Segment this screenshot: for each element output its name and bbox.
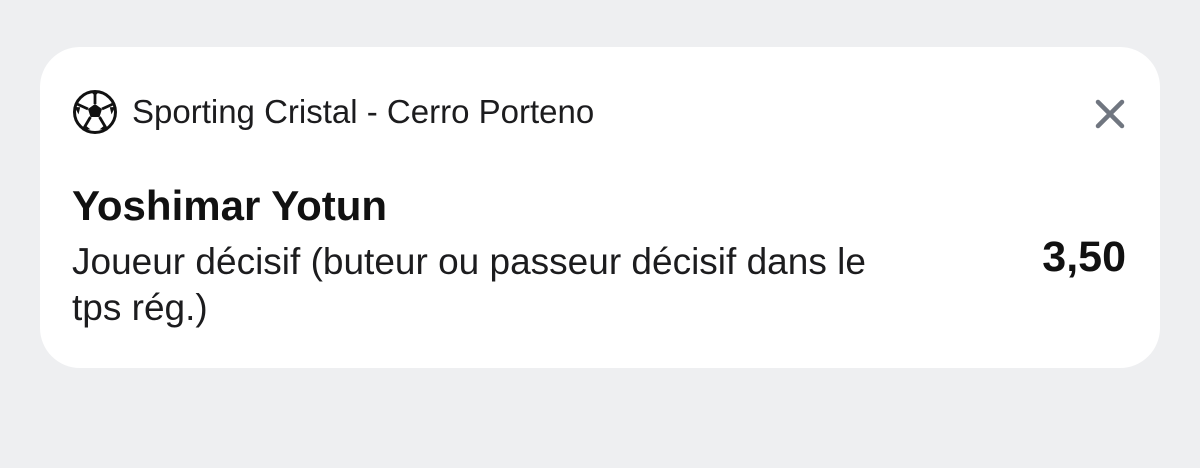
odds-value: 3,50 [1042,233,1126,281]
close-icon [1094,98,1126,130]
soccer-ball-icon [72,89,118,135]
selection-name: Yoshimar Yotun [72,182,388,229]
bet-selection-card: Sporting Cristal - Cerro Porteno Yoshima… [40,47,1160,368]
match-header: Sporting Cristal - Cerro Porteno [72,89,1128,135]
match-title: Sporting Cristal - Cerro Porteno [132,93,595,130]
market-description: Joueur décisif (buteur ou passeur décisi… [72,241,866,328]
close-button[interactable] [1090,94,1130,134]
